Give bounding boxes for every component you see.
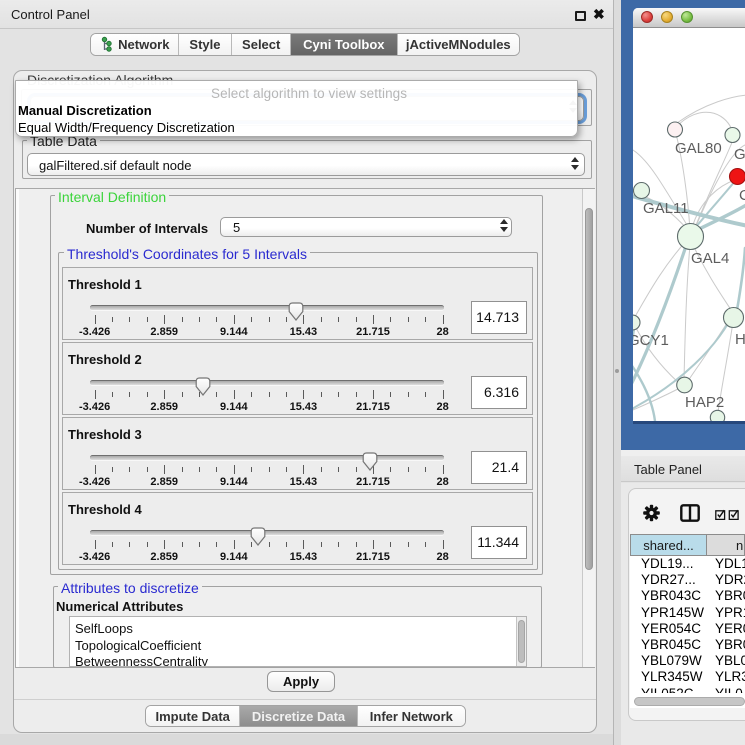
svg-text:GA: GA (734, 146, 745, 163)
svg-text:HAP2: HAP2 (685, 394, 724, 411)
svg-text:H: H (735, 331, 745, 348)
svg-text:GAL80: GAL80 (675, 140, 722, 157)
svg-text:GAL11: GAL11 (643, 200, 689, 217)
svg-text:GAL4: GAL4 (691, 250, 729, 267)
svg-text:GCY1: GCY1 (633, 332, 669, 349)
svg-text:C: C (739, 187, 745, 204)
